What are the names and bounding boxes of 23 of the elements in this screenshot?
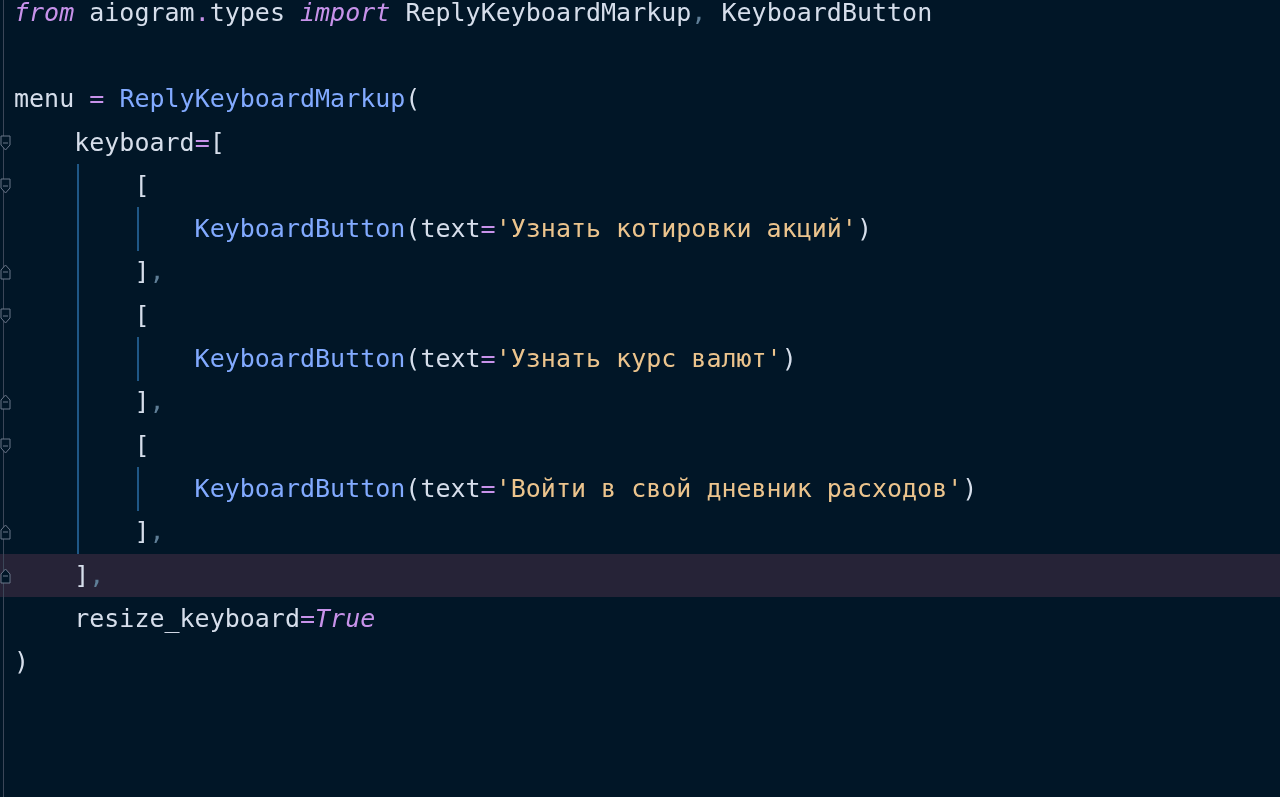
fold-icon[interactable] xyxy=(0,307,11,324)
fold-icon[interactable] xyxy=(0,177,11,194)
code-line: resize_keyboard=True xyxy=(73,603,376,634)
code-line: KeyboardButton(text='Узнать курс валют') xyxy=(193,344,797,374)
code-line: [ xyxy=(133,300,150,331)
code-line: ], xyxy=(133,517,165,548)
fold-icon[interactable] xyxy=(0,264,11,281)
code-line: ) xyxy=(14,647,30,678)
code-line: ], xyxy=(73,560,105,591)
code-line: ], xyxy=(133,387,165,418)
fold-icon[interactable] xyxy=(0,394,11,411)
code-line: ], xyxy=(133,257,165,288)
fold-icon[interactable] xyxy=(0,134,11,151)
fold-icon[interactable] xyxy=(0,437,11,454)
code-line: KeyboardButton(text='Узнать котировки акций') xyxy=(193,214,872,245)
code-line: menu = ReplyKeyboardMarkup( xyxy=(14,84,421,115)
fold-icon[interactable] xyxy=(0,524,11,541)
code-line: keyboard=[ xyxy=(73,127,225,158)
code-line: KeyboardButton(text='Войти в свой дневник расходов') xyxy=(193,473,978,504)
code-line: from aiogram.types import ReplyKeyboardMarkup, KeyboardButton xyxy=(14,0,933,28)
code-line: [ xyxy=(133,430,150,461)
fold-icon[interactable] xyxy=(0,567,11,584)
code-line: [ xyxy=(133,170,150,201)
